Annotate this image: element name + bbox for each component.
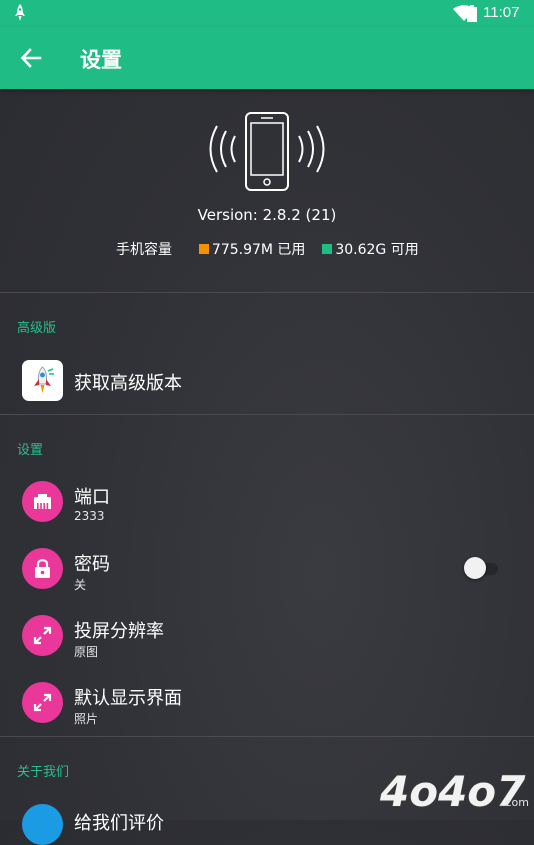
setting-resolution-label: 投屏分辨率 — [74, 621, 164, 642]
divider — [0, 736, 534, 737]
status-bar: 11:07 — [0, 0, 534, 27]
expand-icon — [22, 682, 63, 723]
battery-icon — [467, 5, 477, 22]
storage-free: 30.62G 可用 — [335, 242, 419, 258]
setting-default-view[interactable]: 默认显示界面 照片 — [0, 679, 534, 735]
section-header-settings: 设置 — [17, 443, 44, 458]
watermark-suffix: .com — [502, 796, 529, 809]
storage-info: 手机容量 775.97M 已用 30.62G 可用 — [116, 239, 419, 259]
setting-default-view-label: 默认显示界面 — [74, 688, 182, 709]
setting-password-value: 关 — [74, 578, 87, 592]
rocket-icon — [15, 4, 25, 21]
ethernet-port-icon — [22, 481, 63, 522]
setting-port-value: 2333 — [74, 509, 105, 523]
used-swatch — [198, 244, 209, 254]
toggle-thumb — [464, 557, 486, 579]
phone-vibrate-icon — [209, 112, 325, 191]
rate-us-label: 给我们评价 — [74, 813, 164, 834]
setting-resolution[interactable]: 投屏分辨率 原图 — [0, 612, 534, 668]
app-version: Version: 2.8.2 (21) — [197, 206, 337, 224]
app-bar: 设置 — [0, 27, 534, 89]
setting-password[interactable]: 密码 关 — [0, 545, 534, 601]
setting-resolution-value: 原图 — [74, 645, 99, 659]
lock-icon — [22, 548, 63, 589]
divider — [0, 414, 534, 415]
storage-label: 手机容量 — [116, 242, 172, 258]
arrow-left-icon[interactable] — [20, 47, 42, 69]
get-premium-item[interactable]: 获取高级版本 — [0, 356, 534, 412]
free-swatch — [322, 244, 333, 254]
password-toggle[interactable] — [464, 555, 500, 581]
expand-icon — [22, 615, 63, 656]
setting-port[interactable]: 端口 2333 — [0, 478, 534, 534]
section-header-about: 关于我们 — [17, 765, 70, 780]
setting-default-view-value: 照片 — [74, 712, 99, 726]
get-premium-label: 获取高级版本 — [74, 373, 182, 394]
setting-password-label: 密码 — [74, 554, 110, 575]
divider — [0, 292, 534, 293]
section-header-premium: 高级版 — [17, 321, 57, 336]
rate-icon — [22, 804, 63, 845]
storage-used: 775.97M 已用 — [211, 242, 306, 258]
site-watermark: 4o4o7 .com — [378, 766, 529, 817]
setting-port-label: 端口 — [74, 487, 110, 508]
status-time: 11:07 — [483, 4, 520, 21]
page-title: 设置 — [80, 48, 122, 72]
rocket-app-icon — [22, 360, 63, 401]
